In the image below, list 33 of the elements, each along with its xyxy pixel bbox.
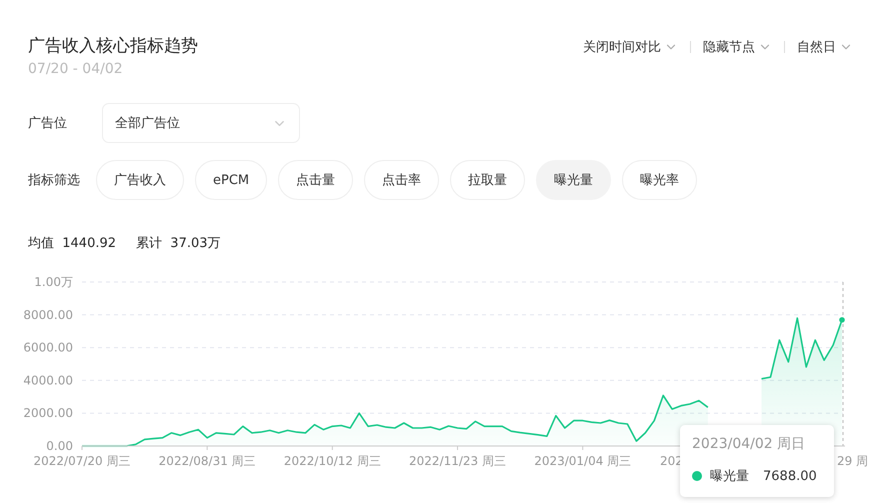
stat-text: 累计 37.03万 bbox=[136, 235, 221, 252]
x-axis-label: 2022/11/23 周三 bbox=[409, 454, 506, 468]
tooltip-date: 2023/04/02 周日 bbox=[692, 435, 806, 453]
metric-chip[interactable]: 点击量 bbox=[278, 160, 354, 200]
date-range: 07/20 - 04/02 bbox=[28, 61, 124, 77]
metric-chip[interactable]: 曝光量 bbox=[536, 160, 612, 200]
field-label: 指标筛选 bbox=[28, 172, 81, 189]
series-name: 曝光量 bbox=[710, 468, 749, 485]
stat-text: 均值 1440.92 bbox=[28, 235, 116, 252]
metric-chip[interactable]: 广告收入 bbox=[96, 160, 184, 200]
dropdown-button[interactable]: 关闭时间对比 bbox=[583, 38, 678, 56]
dropdown-button[interactable]: 隐藏节点 bbox=[703, 38, 772, 56]
metric-chip[interactable]: ePCM bbox=[195, 160, 268, 200]
metric-chip[interactable]: 拉取量 bbox=[450, 160, 526, 200]
dropdown-button[interactable]: 自然日 bbox=[797, 38, 853, 56]
ad-slot-select[interactable]: 全部广告位 bbox=[102, 103, 300, 143]
y-axis-label: 4000.00 bbox=[23, 373, 73, 388]
y-axis-label: 0.00 bbox=[46, 439, 73, 453]
series-value: 7688.00 bbox=[763, 468, 817, 484]
metric-chip[interactable]: 曝光率 bbox=[622, 160, 698, 200]
y-axis-label: 6000.00 bbox=[23, 340, 73, 355]
x-axis-label: 2022/10/12 周三 bbox=[284, 454, 381, 468]
page-title: 广告收入核心指标趋势 bbox=[28, 35, 198, 57]
x-axis-label: 2022/07/20 周三 bbox=[34, 454, 130, 468]
x-axis-label: 2023/01/04 周三 bbox=[534, 454, 632, 468]
field-label: 广告位 bbox=[28, 115, 68, 132]
y-axis-label: 2000.00 bbox=[23, 406, 73, 420]
y-axis-label: 1.00万 bbox=[34, 275, 73, 289]
metric-chip[interactable]: 点击率 bbox=[364, 160, 440, 200]
data-point bbox=[839, 317, 845, 323]
x-axis-label: 29 周 bbox=[837, 454, 868, 468]
y-axis-label: 8000.00 bbox=[23, 308, 73, 322]
x-axis-label: 2022/08/31 周三 bbox=[158, 454, 256, 468]
